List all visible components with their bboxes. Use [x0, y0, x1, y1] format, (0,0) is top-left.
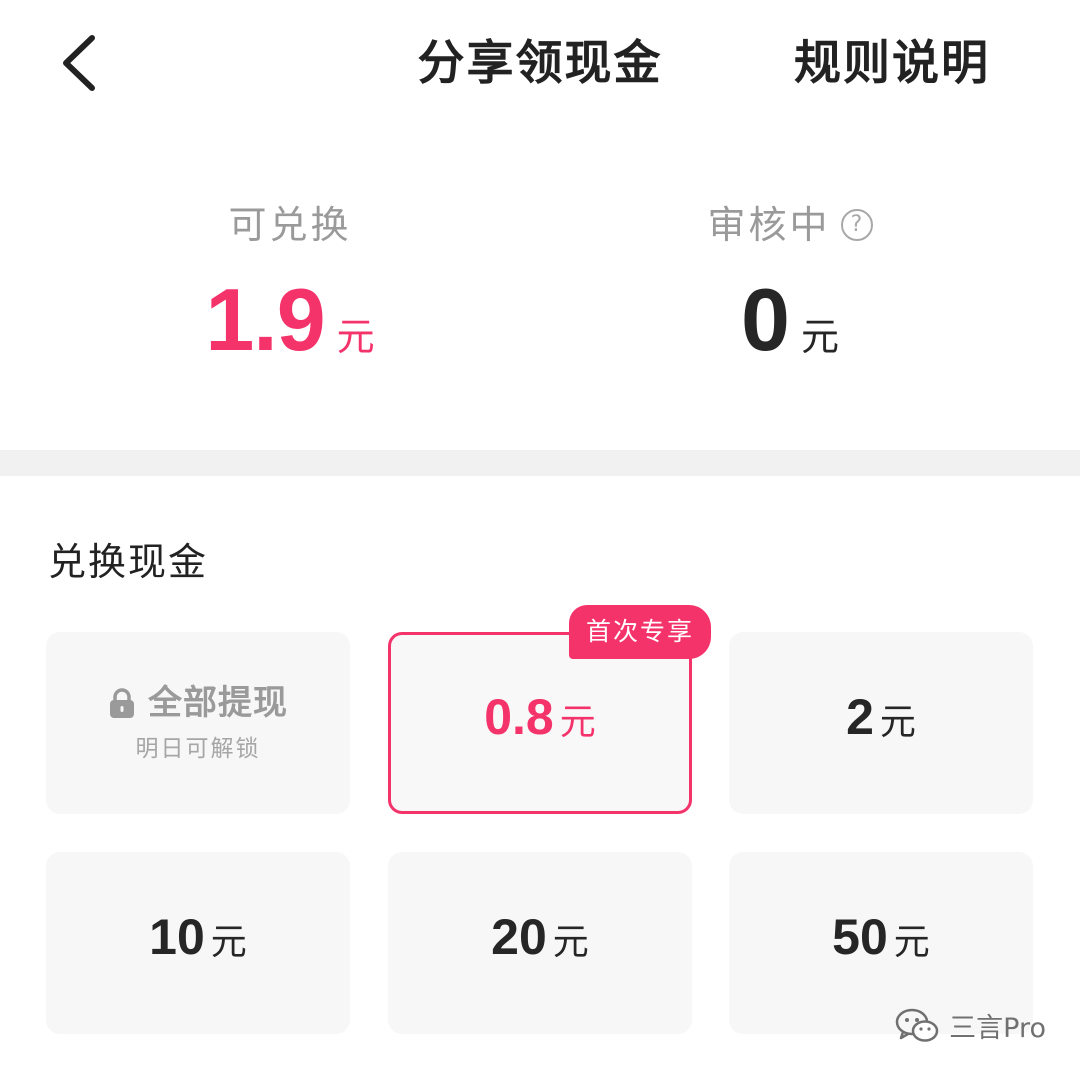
lock-icon [110, 688, 134, 718]
withdraw-all-option[interactable]: 全部提现 明日可解锁 [46, 632, 350, 814]
reviewing-unit: 元 [800, 315, 839, 359]
rules-link[interactable]: 规则说明 [794, 34, 990, 94]
reviewing-label: 审核中 ? [707, 190, 873, 260]
withdraw-all-label: 全部提现 [148, 683, 288, 723]
amount-option-0-8[interactable]: 首次专享 0.8 元 [388, 605, 711, 814]
option-unit: 元 [552, 922, 589, 963]
option-unit: 元 [559, 702, 596, 743]
amount-option-10[interactable]: 10 元 [46, 852, 350, 1034]
question-circle-icon[interactable]: ? [840, 209, 873, 241]
exchange-section-title: 兑换现金 [48, 540, 209, 584]
unlock-hint: 明日可解锁 [135, 736, 261, 762]
reviewing-value: 0 [741, 270, 790, 369]
available-label: 可兑换 [228, 190, 351, 260]
option-value: 2 [846, 689, 874, 745]
option-value: 20 [491, 909, 547, 965]
available-unit: 元 [336, 315, 375, 359]
watermark: 三言Pro [895, 1006, 1046, 1045]
section-divider [0, 450, 1080, 476]
option-amount: 10 元 [149, 907, 247, 979]
option-unit: 元 [893, 922, 930, 963]
amount-option-2[interactable]: 2元 [729, 632, 1033, 814]
option-value: 50 [832, 909, 888, 965]
available-label-text: 可兑换 [228, 203, 352, 247]
option-amount: 2元 [846, 687, 916, 759]
header: 分享领现金 规则说明 [0, 0, 1080, 132]
available-value: 1.9 [205, 270, 325, 369]
option-unit: 元 [879, 702, 916, 743]
option-amount: 0.8 元 [484, 687, 596, 759]
reviewing-label-text: 审核中 [707, 203, 831, 247]
amount-option-20[interactable]: 20 元 [388, 852, 692, 1034]
available-balance: 可兑换 1.9 元 [80, 190, 500, 395]
option-unit: 元 [210, 922, 247, 963]
first-exclusive-badge: 首次专享 [569, 605, 711, 659]
withdraw-all-title: 全部提现 [108, 680, 288, 726]
wechat-icon [895, 1008, 939, 1042]
watermark-text: 三言Pro [949, 1013, 1046, 1044]
reviewing-balance: 审核中 ? 0元 [580, 190, 1000, 395]
option-value: 10 [149, 909, 205, 965]
share-cash-page: 分享领现金 规则说明 可兑换 1.9 元 审核中 ? 0元 兑换现金 全部提现 … [0, 0, 1080, 1074]
option-amount: 50 元 [832, 907, 930, 979]
available-amount: 1.9 元 [80, 270, 500, 395]
reviewing-amount: 0元 [580, 270, 1000, 395]
option-amount: 20 元 [491, 907, 589, 979]
option-value: 0.8 [484, 689, 554, 745]
balance-summary: 可兑换 1.9 元 审核中 ? 0元 [0, 190, 1080, 390]
